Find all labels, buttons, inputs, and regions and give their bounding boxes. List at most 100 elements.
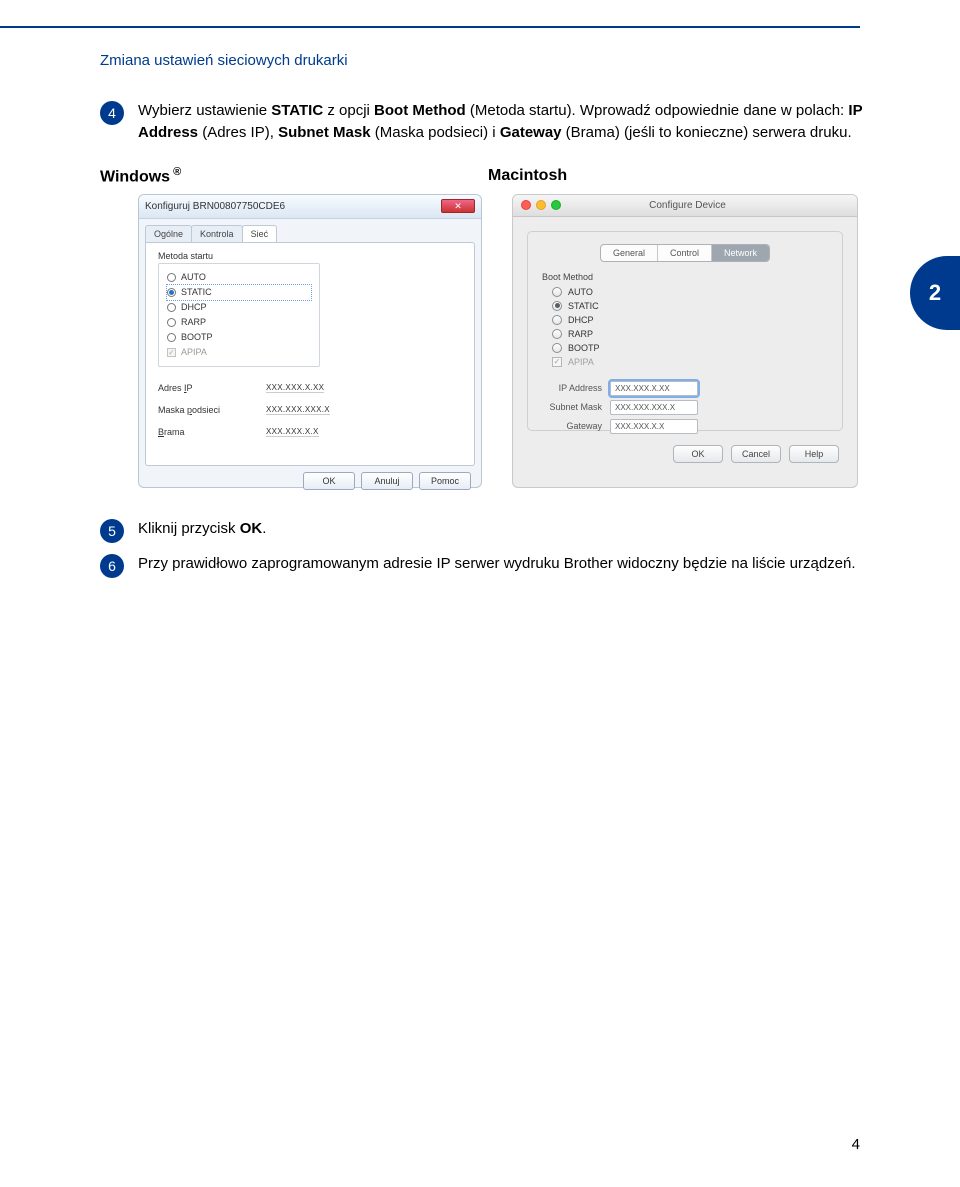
ip-grid: IP Address XXX.XXX.X.XX Subnet Mask XXX.… (542, 379, 828, 436)
radio-icon (552, 343, 562, 353)
ok-button[interactable]: OK (303, 472, 355, 490)
check-label: APIPA (181, 347, 207, 357)
step-5-badge: 5 (100, 519, 124, 543)
radio-static[interactable]: STATIC (167, 285, 311, 300)
check-apipa[interactable]: APIPA (167, 345, 311, 360)
ip-address-value[interactable]: XXX.XXX.X.XX (266, 383, 324, 393)
tab-network[interactable]: Sieć (242, 225, 278, 242)
step-6-text: Przy prawidłowo zaprogramowanym adresie … (138, 553, 856, 578)
help-button[interactable]: Help (789, 445, 839, 463)
windows-title: Konfiguruj BRN00807750CDE6 (145, 201, 285, 212)
radio-label: DHCP (568, 315, 594, 325)
os-windows-heading: Windows ® (100, 166, 488, 186)
radio-auto[interactable]: AUTO (552, 285, 828, 299)
mac-segmented-control: General Control Network (542, 244, 828, 262)
t: (Brama) (jeśli to konieczne) serwera dru… (562, 124, 852, 141)
step-4-badge: 4 (100, 101, 124, 125)
t: Kliknij przycisk (138, 520, 240, 537)
radio-label: BOOTP (568, 343, 600, 353)
radio-label: RARP (181, 317, 206, 327)
t-bootmethod: Boot Method (374, 102, 466, 119)
ip-address-row: Adres IP XXX.XXX.X.XX (158, 377, 462, 399)
subnet-label: Maska podsieci (158, 405, 266, 415)
subnet-row: Subnet Mask XXX.XXX.XXX.X (542, 398, 828, 417)
tab-control[interactable]: Kontrola (191, 225, 243, 242)
chapter-header: Zmiana ustawień sieciowych drukarki (100, 52, 348, 69)
mac-title: Configure Device (526, 200, 849, 211)
check-label: APIPA (568, 357, 594, 367)
subnet-value[interactable]: XXX.XXX.XXX.X (266, 405, 330, 415)
radio-dhcp[interactable]: DHCP (167, 300, 311, 315)
top-rule (0, 26, 860, 28)
radio-label: STATIC (181, 287, 212, 297)
radio-dhcp[interactable]: DHCP (552, 313, 828, 327)
ip-address-input[interactable]: XXX.XXX.X.XX (610, 381, 698, 396)
windows-titlebar: Konfiguruj BRN00807750CDE6 ✕ (139, 195, 481, 219)
seg-network[interactable]: Network (712, 245, 769, 261)
tab-general[interactable]: Ogólne (145, 225, 192, 242)
ip-grid: Adres IP XXX.XXX.X.XX Maska podsieci XXX… (158, 377, 462, 443)
t: . (262, 520, 266, 537)
seg-inner: General Control Network (600, 244, 770, 262)
page-number: 4 (852, 1136, 860, 1153)
gateway-value[interactable]: XXX.XXX.X.X (266, 427, 319, 437)
help-button[interactable]: Pomoc (419, 472, 471, 490)
radio-icon (552, 315, 562, 325)
t: z opcji (323, 102, 374, 119)
os-heading-row: Windows ® Macintosh (100, 166, 870, 186)
t-subnet: Subnet Mask (278, 124, 371, 141)
radio-icon (167, 288, 176, 297)
mac-dialog: Configure Device General Control Network… (512, 194, 858, 488)
radio-bootp[interactable]: BOOTP (167, 330, 311, 345)
os-mac-heading: Macintosh (488, 167, 870, 185)
close-icon[interactable]: ✕ (441, 199, 475, 213)
radio-icon (167, 273, 176, 282)
windows-tabs: Ogólne Kontrola Sieć (139, 219, 481, 242)
t-static: STATIC (271, 102, 323, 119)
mac-body: General Control Network Boot Method AUTO… (527, 231, 843, 431)
windows-body: Metoda startu AUTO STATIC DHCP RARP BOOT… (145, 242, 475, 466)
check-apipa[interactable]: APIPA (552, 355, 828, 369)
mac-footer: OK Cancel Help (513, 445, 857, 475)
subnet-row: Maska podsieci XXX.XXX.XXX.X (158, 399, 462, 421)
boot-method-group: AUTO STATIC DHCP RARP BOOTP APIPA (158, 263, 320, 367)
ip-address-row: IP Address XXX.XXX.X.XX (542, 379, 828, 398)
seg-control[interactable]: Control (658, 245, 712, 261)
ok-button[interactable]: OK (673, 445, 723, 463)
step-4: 4 Wybierz ustawienie STATIC z opcji Boot… (100, 100, 870, 144)
t: (Metoda startu). Wprowadź odpowiednie da… (466, 102, 849, 119)
radio-label: AUTO (568, 287, 593, 297)
radio-auto[interactable]: AUTO (167, 270, 311, 285)
ip-address-label: Adres IP (158, 383, 266, 393)
step-6: 6 Przy prawidłowo zaprogramowanym adresi… (100, 553, 870, 578)
screenshot-panels: Konfiguruj BRN00807750CDE6 ✕ Ogólne Kont… (138, 194, 870, 488)
side-chapter-tab: 2 (910, 256, 960, 330)
gateway-row: Gateway XXX.XXX.X.X (542, 417, 828, 436)
subnet-input[interactable]: XXX.XXX.XXX.X (610, 400, 698, 415)
mac-titlebar: Configure Device (513, 195, 857, 217)
radio-icon (167, 303, 176, 312)
windows-dialog: Konfiguruj BRN00807750CDE6 ✕ Ogólne Kont… (138, 194, 482, 488)
cancel-button[interactable]: Cancel (731, 445, 781, 463)
radio-static[interactable]: STATIC (552, 299, 828, 313)
t: (Maska podsieci) i (371, 124, 500, 141)
steps-bottom: 5 Kliknij przycisk OK. 6 Przy prawidłowo… (100, 518, 870, 578)
windows-footer: OK Anuluj Pomoc (139, 472, 481, 498)
seg-general[interactable]: General (601, 245, 658, 261)
t-gateway: Gateway (500, 124, 562, 141)
radio-rarp[interactable]: RARP (167, 315, 311, 330)
radio-bootp[interactable]: BOOTP (552, 341, 828, 355)
gateway-input[interactable]: XXX.XXX.X.X (610, 419, 698, 434)
radio-rarp[interactable]: RARP (552, 327, 828, 341)
gateway-label: Gateway (542, 421, 610, 431)
boot-method-label: Metoda startu (158, 251, 462, 261)
radio-label: BOOTP (181, 332, 213, 342)
radio-label: RARP (568, 329, 593, 339)
radio-icon (167, 318, 176, 327)
radio-icon (552, 287, 562, 297)
cancel-button[interactable]: Anuluj (361, 472, 413, 490)
t: (Adres IP), (198, 124, 278, 141)
boot-method-label: Boot Method (542, 272, 828, 282)
step-5: 5 Kliknij przycisk OK. (100, 518, 870, 543)
checkbox-icon (552, 357, 562, 367)
